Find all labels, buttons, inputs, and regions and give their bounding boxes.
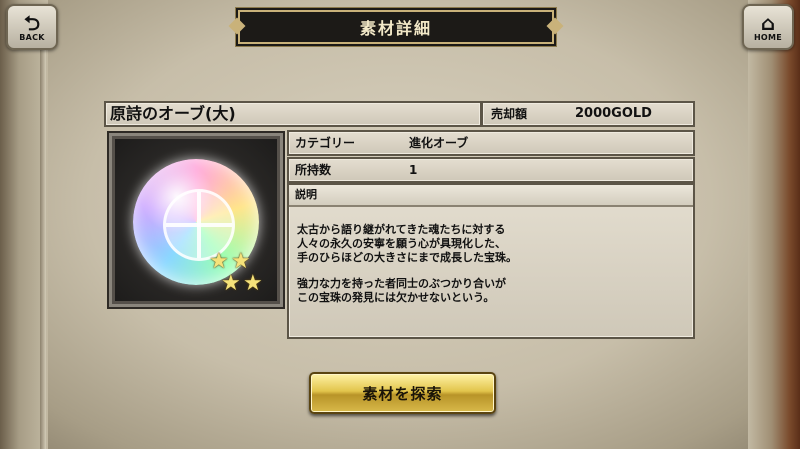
rarity-stars: ★ ★ ★ ★ bbox=[207, 249, 271, 297]
back-button[interactable]: ⮌ BACK bbox=[6, 4, 58, 50]
sell-price-label: 売却額 bbox=[491, 107, 528, 121]
sell-price-field: 売却額 2000GOLD bbox=[481, 101, 695, 127]
owned-count-field: 所持数 1 bbox=[287, 157, 695, 183]
category-label: カテゴリー bbox=[295, 136, 356, 150]
item-image-frame: ★ ★ ★ ★ bbox=[107, 131, 285, 309]
star-icon: ★ bbox=[231, 249, 251, 274]
item-image: ★ ★ ★ ★ bbox=[115, 139, 277, 301]
home-button[interactable]: ⌂ HOME bbox=[742, 4, 794, 50]
star-icon: ★ bbox=[243, 271, 263, 296]
description-panel: 説明 太古から語り継がれてきた魂たちに対する 人々の永久の安寧を願う心が具現化し… bbox=[287, 183, 695, 339]
description-text: 太古から語り継がれてきた魂たちに対する 人々の永久の安寧を願う心が具現化した、 … bbox=[297, 223, 687, 317]
search-material-button[interactable]: 素材を探索 bbox=[309, 372, 496, 414]
title-plate: 素材詳細 bbox=[228, 10, 564, 44]
sell-price-value: 2000GOLD bbox=[575, 106, 652, 121]
home-button-label: HOME bbox=[753, 32, 783, 42]
category-field: カテゴリー 進化オーブ bbox=[287, 130, 695, 156]
star-icon: ★ bbox=[221, 271, 241, 296]
book-cover-right bbox=[748, 0, 800, 449]
description-paragraph: 太古から語り継がれてきた魂たちに対する 人々の永久の安寧を願う心が具現化した、 … bbox=[297, 223, 517, 264]
page-fold bbox=[40, 30, 46, 449]
description-paragraph: 強力な力を持った者同士のぶつかり合いが この宝珠の発見には欠かせないという。 bbox=[297, 277, 506, 304]
item-name: 原詩のオーブ(大) bbox=[104, 101, 482, 127]
back-button-label: BACK bbox=[19, 32, 45, 42]
owned-count-value: 1 bbox=[409, 163, 418, 177]
owned-count-label: 所持数 bbox=[295, 163, 332, 177]
description-label: 説明 bbox=[289, 185, 693, 207]
home-icon: ⌂ bbox=[760, 10, 776, 35]
page-title: 素材詳細 bbox=[359, 19, 432, 38]
star-icon: ★ bbox=[209, 249, 229, 274]
category-value: 進化オーブ bbox=[409, 136, 469, 150]
back-arrow-icon: ⮌ bbox=[23, 10, 41, 35]
